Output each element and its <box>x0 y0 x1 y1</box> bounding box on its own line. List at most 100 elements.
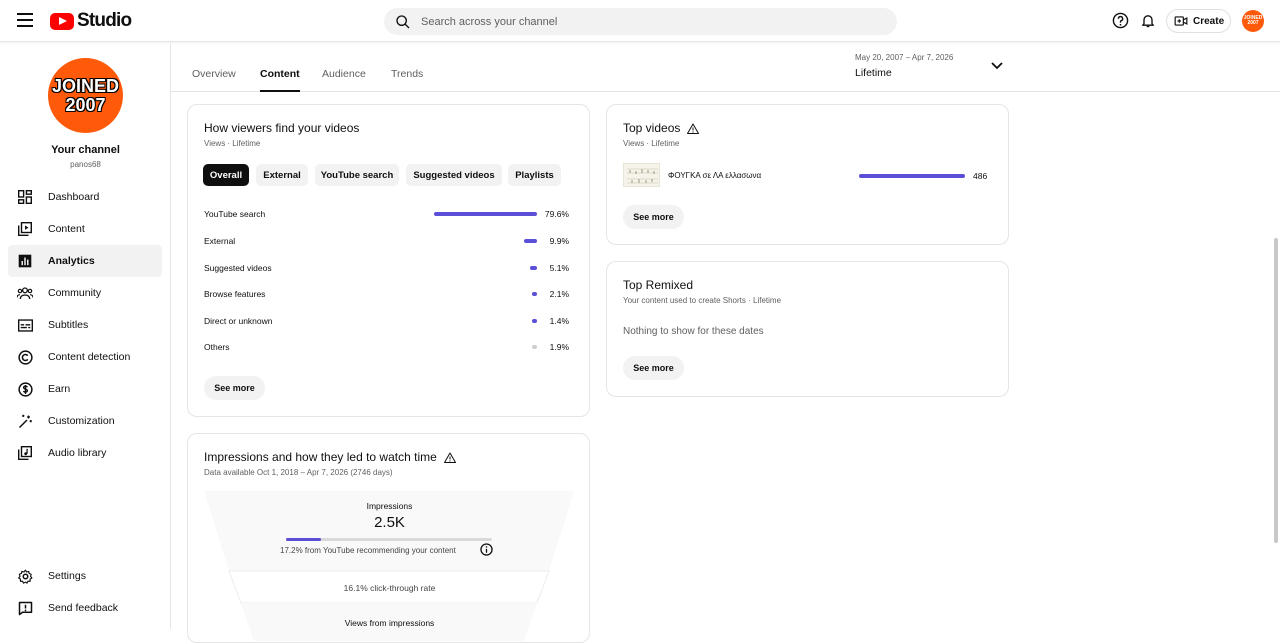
info-icon[interactable] <box>480 543 493 556</box>
chip-overall[interactable]: Overall <box>203 164 249 186</box>
traffic-source-pct: 9.9% <box>549 236 569 246</box>
traffic-source-pct: 1.4% <box>549 316 569 326</box>
sidebar-item-audio-library[interactable]: Audio library <box>8 437 162 469</box>
chip-playlists[interactable]: Playlists <box>508 164 561 186</box>
sidebar-item-label: Content detection <box>48 351 131 363</box>
card-title: Impressions and how they led to watch ti… <box>204 450 456 464</box>
account-avatar[interactable]: JOINED 2007 <box>1242 10 1264 32</box>
create-label: Create <box>1193 15 1225 27</box>
impressions-value: 2.5K <box>374 514 405 531</box>
magic-wand-icon <box>17 413 33 429</box>
chevron-down-icon[interactable] <box>991 62 1003 70</box>
warning-icon[interactable] <box>687 123 700 134</box>
traffic-source-label: Direct or unknown <box>204 316 273 326</box>
help-icon[interactable] <box>1112 12 1129 29</box>
video-camera-plus-icon <box>1174 16 1188 26</box>
sidebar-item-customization[interactable]: Customization <box>8 405 162 437</box>
card-subtitle: Your content used to create Shorts · Lif… <box>623 296 782 305</box>
traffic-source-label: External <box>204 236 236 246</box>
card-subtitle: Data available Oct 1, 2018 – Apr 7, 2026… <box>204 468 393 477</box>
impressions-label: Impressions <box>366 501 413 511</box>
see-more-button[interactable]: See more <box>623 356 684 380</box>
recommending-progress-fill <box>286 538 322 541</box>
impressions-card: Impressions and how they led to watch ti… <box>187 433 590 643</box>
see-more-button[interactable]: See more <box>204 376 265 400</box>
video-title[interactable]: ΦΟΥΓΚΑ σε ΛΑ ελλασωνα <box>668 171 761 180</box>
sidebar-item-content-detection[interactable]: Content detection <box>8 341 162 373</box>
date-range-text: May 20, 2007 – Apr 7, 2026 <box>855 53 954 62</box>
channel-name: Your channel <box>51 144 120 156</box>
top-videos-card: Top videos Views · Lifetime ΦΟΥΓΚΑ σε ΛΑ… <box>606 104 1009 245</box>
avatar-line-2: 2007 <box>65 94 106 115</box>
sidebar-item-label: Dashboard <box>48 191 100 203</box>
chip-youtube-search[interactable]: YouTube search <box>315 164 399 186</box>
sidebar-item-dashboard[interactable]: Dashboard <box>8 181 162 213</box>
analytics-tabs: Overview Content Audience Trends May 20,… <box>171 43 1280 92</box>
card-title-text: Impressions and how they led to watch ti… <box>204 450 437 464</box>
tab-trends[interactable]: Trends <box>391 68 423 92</box>
sidebar-item-label: Analytics <box>48 255 95 267</box>
date-range-selector[interactable]: May 20, 2007 – Apr 7, 2026 Lifetime <box>855 53 953 79</box>
search-input[interactable] <box>421 15 861 28</box>
ctr-text: 16.1% click-through rate <box>343 583 436 593</box>
feedback-icon <box>17 600 33 616</box>
sheet-music-icon <box>627 168 658 184</box>
traffic-source-pct: 79.6% <box>544 209 569 219</box>
top-remixed-card: Top Remixed Your content used to create … <box>606 261 1009 397</box>
card-title: Top Remixed <box>623 278 694 292</box>
sidebar-item-earn[interactable]: Earn <box>8 373 162 405</box>
sidebar-item-label: Content <box>48 223 85 235</box>
dashboard-icon <box>17 189 33 205</box>
video-thumbnail[interactable] <box>623 163 660 187</box>
sidebar-item-send-feedback[interactable]: Send feedback <box>8 592 162 624</box>
sidebar-item-subtitles[interactable]: Subtitles <box>8 309 162 341</box>
main-content: Overview Content Audience Trends May 20,… <box>171 43 1280 643</box>
avatar-line-1: JOINED <box>51 75 120 96</box>
empty-state-text: Nothing to show for these dates <box>623 326 764 337</box>
search-icon[interactable] <box>395 14 411 30</box>
traffic-source-label: Browse features <box>204 289 266 299</box>
sidebar: JOINED 2007 Your channel panos68 Dashboa… <box>0 43 171 629</box>
see-more-button[interactable]: See more <box>623 205 684 229</box>
gear-icon <box>17 568 33 584</box>
analytics-icon <box>17 253 33 269</box>
top-bar: Studio Create JOINED 2007 <box>0 0 1280 42</box>
channel-handle: panos68 <box>70 160 101 169</box>
card-title-text: Top videos <box>623 121 681 135</box>
tab-content[interactable]: Content <box>260 68 300 92</box>
tab-audience[interactable]: Audience <box>322 68 366 92</box>
sidebar-item-label: Subtitles <box>48 319 89 331</box>
search-bar[interactable] <box>384 8 897 35</box>
bell-icon[interactable] <box>1140 12 1156 29</box>
community-icon <box>17 285 33 301</box>
traffic-source-pct: 1.9% <box>549 342 569 352</box>
sidebar-item-community[interactable]: Community <box>8 277 162 309</box>
chip-external[interactable]: External <box>256 164 308 186</box>
sidebar-item-settings[interactable]: Settings <box>8 560 162 592</box>
recommending-progress-track <box>286 538 492 541</box>
traffic-source-label: Others <box>204 342 230 352</box>
traffic-sources-card: How viewers find your videos Views · Lif… <box>187 104 590 417</box>
menu-icon[interactable] <box>17 13 33 27</box>
sidebar-item-label: Earn <box>48 383 71 395</box>
create-button[interactable]: Create <box>1166 9 1231 33</box>
copyright-icon <box>17 349 33 365</box>
sidebar-item-content[interactable]: Content <box>8 213 162 245</box>
sidebar-item-analytics[interactable]: Analytics <box>8 245 162 277</box>
chip-suggested-videos[interactable]: Suggested videos <box>406 164 502 186</box>
dollar-icon <box>17 381 33 397</box>
sidebar-item-label: Customization <box>48 415 115 427</box>
video-views: 486 <box>973 171 988 181</box>
logo-text: Studio <box>77 10 132 31</box>
tab-overview[interactable]: Overview <box>192 68 236 92</box>
channel-avatar[interactable]: JOINED 2007 <box>48 58 123 133</box>
card-title: How viewers find your videos <box>204 121 360 135</box>
traffic-source-label: Suggested videos <box>204 263 272 273</box>
warning-icon[interactable] <box>443 452 456 463</box>
video-views-bar <box>859 174 965 178</box>
studio-logo[interactable]: Studio <box>50 10 132 32</box>
views-from-impressions-label: Views from impressions <box>344 618 435 628</box>
page-scrollbar[interactable] <box>1274 238 1278 543</box>
sidebar-item-label: Audio library <box>48 447 107 459</box>
traffic-source-pct: 2.1% <box>549 289 569 299</box>
